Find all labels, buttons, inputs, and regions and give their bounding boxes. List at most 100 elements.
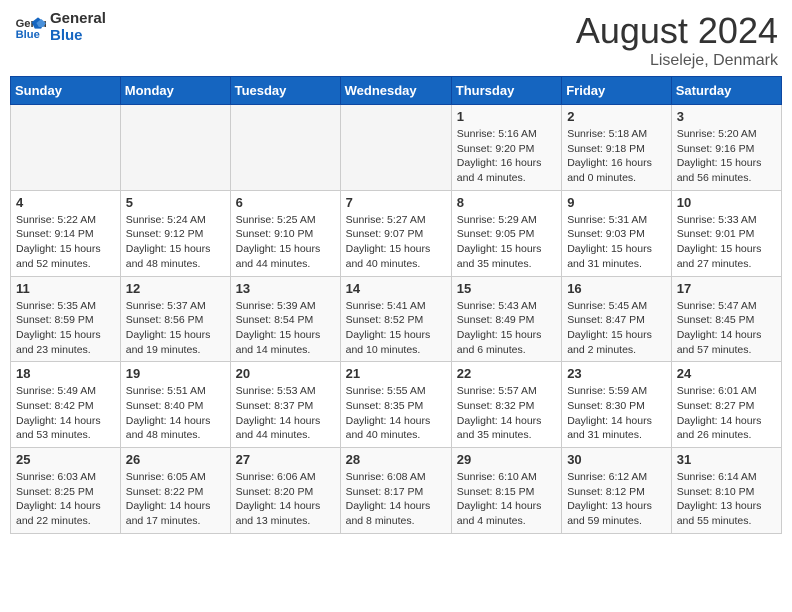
day-number: 1 — [457, 109, 556, 124]
day-info: Sunrise: 6:03 AM Sunset: 8:25 PM Dayligh… — [16, 470, 115, 529]
calendar-week-1: 1 Sunrise: 5:16 AM Sunset: 9:20 PM Daylig… — [11, 105, 782, 191]
logo-icon: General Blue — [14, 11, 46, 43]
calendar-day: 4 Sunrise: 5:22 AM Sunset: 9:14 PM Daylig… — [11, 190, 121, 276]
day-number: 16 — [567, 281, 666, 296]
calendar-day: 1 Sunrise: 5:16 AM Sunset: 9:20 PM Daylig… — [451, 105, 561, 191]
day-info: Sunrise: 5:27 AM Sunset: 9:07 PM Dayligh… — [346, 213, 446, 272]
day-info: Sunrise: 5:55 AM Sunset: 8:35 PM Dayligh… — [346, 384, 446, 443]
day-info: Sunrise: 5:16 AM Sunset: 9:20 PM Dayligh… — [457, 127, 556, 186]
day-info: Sunrise: 6:10 AM Sunset: 8:15 PM Dayligh… — [457, 470, 556, 529]
day-info: Sunrise: 5:33 AM Sunset: 9:01 PM Dayligh… — [677, 213, 776, 272]
day-info: Sunrise: 5:25 AM Sunset: 9:10 PM Dayligh… — [236, 213, 335, 272]
calendar-day: 13 Sunrise: 5:39 AM Sunset: 8:54 PM Dayli… — [230, 276, 340, 362]
calendar-week-5: 25 Sunrise: 6:03 AM Sunset: 8:25 PM Dayli… — [11, 448, 782, 534]
day-number: 8 — [457, 195, 556, 210]
day-number: 12 — [126, 281, 225, 296]
day-number: 5 — [126, 195, 225, 210]
day-number: 10 — [677, 195, 776, 210]
calendar-day: 19 Sunrise: 5:51 AM Sunset: 8:40 PM Dayli… — [120, 362, 230, 448]
day-info: Sunrise: 5:24 AM Sunset: 9:12 PM Dayligh… — [126, 213, 225, 272]
day-info: Sunrise: 6:01 AM Sunset: 8:27 PM Dayligh… — [677, 384, 776, 443]
calendar-day: 11 Sunrise: 5:35 AM Sunset: 8:59 PM Dayli… — [11, 276, 121, 362]
calendar-day: 7Sunrise: 5:27 AM Sunset: 9:07 PM Daylig… — [340, 190, 451, 276]
calendar-week-4: 18 Sunrise: 5:49 AM Sunset: 8:42 PM Dayli… — [11, 362, 782, 448]
day-info: Sunrise: 6:06 AM Sunset: 8:20 PM Dayligh… — [236, 470, 335, 529]
calendar-day: 6 Sunrise: 5:25 AM Sunset: 9:10 PM Daylig… — [230, 190, 340, 276]
day-number: 27 — [236, 452, 335, 467]
calendar-day: 10 Sunrise: 5:33 AM Sunset: 9:01 PM Dayli… — [671, 190, 781, 276]
calendar-day: 2Sunrise: 5:18 AM Sunset: 9:18 PM Daylig… — [562, 105, 672, 191]
day-info: Sunrise: 5:22 AM Sunset: 9:14 PM Dayligh… — [16, 213, 115, 272]
calendar-day: 14 Sunrise: 5:41 AM Sunset: 8:52 PM Dayli… — [340, 276, 451, 362]
day-info: Sunrise: 5:20 AM Sunset: 9:16 PM Dayligh… — [677, 127, 776, 186]
day-number: 15 — [457, 281, 556, 296]
day-number: 26 — [126, 452, 225, 467]
day-number: 20 — [236, 366, 335, 381]
day-info: Sunrise: 5:29 AM Sunset: 9:05 PM Dayligh… — [457, 213, 556, 272]
day-number: 11 — [16, 281, 115, 296]
day-info: Sunrise: 5:18 AM Sunset: 9:18 PM Dayligh… — [567, 127, 666, 186]
calendar-header-saturday: Saturday — [671, 77, 781, 105]
calendar-day: 5 Sunrise: 5:24 AM Sunset: 9:12 PM Daylig… — [120, 190, 230, 276]
calendar-day: 23 Sunrise: 5:59 AM Sunset: 8:30 PM Dayli… — [562, 362, 672, 448]
page-subtitle: Liseleje, Denmark — [576, 52, 778, 70]
day-info: Sunrise: 5:43 AM Sunset: 8:49 PM Dayligh… — [457, 299, 556, 358]
calendar-day: 18 Sunrise: 5:49 AM Sunset: 8:42 PM Dayli… — [11, 362, 121, 448]
day-info: Sunrise: 5:35 AM Sunset: 8:59 PM Dayligh… — [16, 299, 115, 358]
day-number: 6 — [236, 195, 335, 210]
day-info: Sunrise: 5:31 AM Sunset: 9:03 PM Dayligh… — [567, 213, 666, 272]
calendar-week-2: 4 Sunrise: 5:22 AM Sunset: 9:14 PM Daylig… — [11, 190, 782, 276]
calendar-day: 30 Sunrise: 6:12 AM Sunset: 8:12 PM Dayli… — [562, 448, 672, 534]
day-number: 29 — [457, 452, 556, 467]
day-info: Sunrise: 6:05 AM Sunset: 8:22 PM Dayligh… — [126, 470, 225, 529]
calendar-header-row: SundayMondayTuesdayWednesdayThursdayFrid… — [11, 77, 782, 105]
calendar-day: 22Sunrise: 5:57 AM Sunset: 8:32 PM Dayli… — [451, 362, 561, 448]
day-number: 23 — [567, 366, 666, 381]
day-info: Sunrise: 5:51 AM Sunset: 8:40 PM Dayligh… — [126, 384, 225, 443]
page-header: General Blue General Blue August 2024 Li… — [10, 10, 782, 70]
day-number: 30 — [567, 452, 666, 467]
day-number: 18 — [16, 366, 115, 381]
calendar-day: 28Sunrise: 6:08 AM Sunset: 8:17 PM Dayli… — [340, 448, 451, 534]
day-number: 25 — [16, 452, 115, 467]
calendar-day: 12Sunrise: 5:37 AM Sunset: 8:56 PM Dayli… — [120, 276, 230, 362]
day-info: Sunrise: 5:41 AM Sunset: 8:52 PM Dayligh… — [346, 299, 446, 358]
logo-general: General — [50, 10, 106, 27]
calendar-day — [11, 105, 121, 191]
calendar-header-tuesday: Tuesday — [230, 77, 340, 105]
day-info: Sunrise: 6:12 AM Sunset: 8:12 PM Dayligh… — [567, 470, 666, 529]
day-info: Sunrise: 6:14 AM Sunset: 8:10 PM Dayligh… — [677, 470, 776, 529]
day-number: 3 — [677, 109, 776, 124]
calendar-day: 9Sunrise: 5:31 AM Sunset: 9:03 PM Daylig… — [562, 190, 672, 276]
title-section: August 2024 Liseleje, Denmark — [576, 10, 778, 70]
calendar-header-monday: Monday — [120, 77, 230, 105]
svg-text:Blue: Blue — [16, 29, 40, 41]
calendar-header-wednesday: Wednesday — [340, 77, 451, 105]
calendar-day — [230, 105, 340, 191]
calendar-header-friday: Friday — [562, 77, 672, 105]
day-number: 19 — [126, 366, 225, 381]
calendar-day: 17Sunrise: 5:47 AM Sunset: 8:45 PM Dayli… — [671, 276, 781, 362]
day-number: 14 — [346, 281, 446, 296]
day-info: Sunrise: 5:49 AM Sunset: 8:42 PM Dayligh… — [16, 384, 115, 443]
calendar-day — [120, 105, 230, 191]
calendar-day: 20Sunrise: 5:53 AM Sunset: 8:37 PM Dayli… — [230, 362, 340, 448]
calendar-day: 21Sunrise: 5:55 AM Sunset: 8:35 PM Dayli… — [340, 362, 451, 448]
day-number: 4 — [16, 195, 115, 210]
calendar-day: 3 Sunrise: 5:20 AM Sunset: 9:16 PM Daylig… — [671, 105, 781, 191]
calendar-day: 15 Sunrise: 5:43 AM Sunset: 8:49 PM Dayli… — [451, 276, 561, 362]
calendar-header-sunday: Sunday — [11, 77, 121, 105]
calendar-day: 27 Sunrise: 6:06 AM Sunset: 8:20 PM Dayli… — [230, 448, 340, 534]
day-number: 31 — [677, 452, 776, 467]
day-info: Sunrise: 5:45 AM Sunset: 8:47 PM Dayligh… — [567, 299, 666, 358]
calendar-table: SundayMondayTuesdayWednesdayThursdayFrid… — [10, 76, 782, 534]
calendar-day: 31 Sunrise: 6:14 AM Sunset: 8:10 PM Dayli… — [671, 448, 781, 534]
calendar-week-3: 11 Sunrise: 5:35 AM Sunset: 8:59 PM Dayli… — [11, 276, 782, 362]
calendar-header-thursday: Thursday — [451, 77, 561, 105]
calendar-day: 29 Sunrise: 6:10 AM Sunset: 8:15 PM Dayli… — [451, 448, 561, 534]
day-info: Sunrise: 5:59 AM Sunset: 8:30 PM Dayligh… — [567, 384, 666, 443]
calendar-day: 25 Sunrise: 6:03 AM Sunset: 8:25 PM Dayli… — [11, 448, 121, 534]
day-number: 13 — [236, 281, 335, 296]
day-info: Sunrise: 5:57 AM Sunset: 8:32 PM Dayligh… — [457, 384, 556, 443]
day-info: Sunrise: 5:39 AM Sunset: 8:54 PM Dayligh… — [236, 299, 335, 358]
